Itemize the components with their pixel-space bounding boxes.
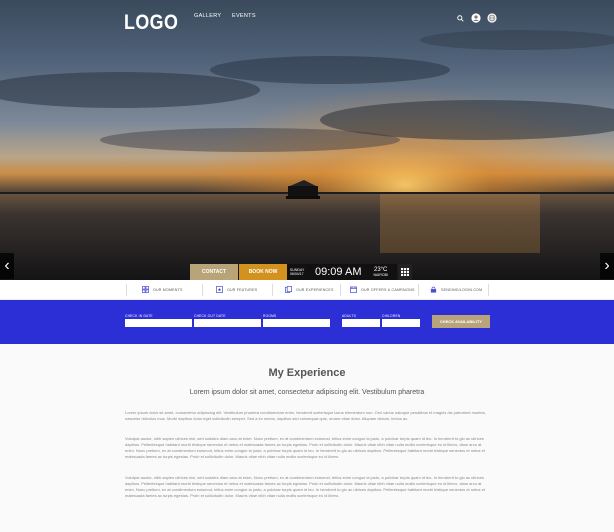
- check-availability-button[interactable]: CHECK AVAILABILITY: [432, 315, 490, 328]
- next-slide-button[interactable]: ›: [600, 253, 614, 279]
- grid-icon: [142, 286, 149, 293]
- hero-banner: LOGO GALLERY EVENTS ‹ › CONTACT BOOK NOW…: [0, 0, 614, 280]
- feature-our-experiences[interactable]: OUR EXPERIENCES: [285, 286, 334, 293]
- sunset-lake-image: [0, 0, 614, 280]
- top-navigation: LOGO GALLERY EVENTS: [0, 0, 614, 40]
- search-icon[interactable]: [455, 13, 465, 23]
- prev-slide-button[interactable]: ‹: [0, 253, 14, 279]
- lock-icon: [430, 286, 437, 293]
- user-icon[interactable]: [471, 13, 481, 23]
- feature-our-offers[interactable]: OUR OFFERS & CAMPAIGNS: [350, 286, 415, 293]
- features-bar: OUR MOMENTS OUR FEATURES OUR EXPERIENCES…: [0, 280, 614, 300]
- copy-icon: [285, 286, 292, 293]
- feature-login[interactable]: SENDING/LOGIN.COM: [430, 286, 482, 293]
- rooms-field: ROOMS: [263, 314, 330, 327]
- check-in-field: CHECK IN DATE: [125, 314, 192, 327]
- calendar-icon: [350, 286, 357, 293]
- book-now-button[interactable]: BOOK NOW: [239, 264, 287, 280]
- check-out-field: CHECK OUT DATE: [194, 314, 261, 327]
- nav-events[interactable]: EVENTS: [232, 13, 256, 19]
- availability-search: CHECK IN DATE CHECK OUT DATE ROOMS ADULT…: [0, 300, 614, 344]
- check-out-input[interactable]: [194, 319, 261, 327]
- header-tools: [455, 12, 497, 24]
- clock-widget: SUNDAY 06/04/17 09:09 AM 23°C NAIROBI: [287, 264, 397, 280]
- paragraph-1: Lorem ipsum dolor sit amet, consectetur …: [125, 410, 486, 421]
- globe-icon[interactable]: [487, 13, 497, 23]
- time-display: 09:09 AM: [315, 266, 362, 278]
- adults-input[interactable]: [342, 319, 380, 327]
- menu-grid-button[interactable]: [398, 264, 412, 280]
- chevron-left-icon: ‹: [4, 257, 10, 274]
- date-display: SUNDAY 06/04/17: [290, 268, 305, 276]
- page-subtitle: Lorem ipsum dolor sit amet, consectetur …: [189, 389, 425, 396]
- children-input[interactable]: [382, 319, 420, 327]
- feature-our-moments[interactable]: OUR MOMENTS: [142, 286, 183, 293]
- logo[interactable]: LOGO: [124, 11, 178, 35]
- adults-field: ADULTS: [342, 314, 380, 327]
- contact-button[interactable]: CONTACT: [190, 264, 238, 280]
- content-section: My Experience Lorem ipsum dolor sit amet…: [0, 344, 614, 532]
- chevron-right-icon: ›: [604, 257, 610, 274]
- check-in-input[interactable]: [125, 319, 192, 327]
- paragraph-2: Volutpat auctor, nibh sapien ultrices ni…: [125, 436, 485, 459]
- star-icon: [216, 286, 223, 293]
- children-field: CHILDREN: [382, 314, 420, 327]
- page-title: My Experience: [268, 367, 346, 379]
- booking-bar: CONTACT BOOK NOW SUNDAY 06/04/17 09:09 A…: [190, 264, 412, 280]
- feature-our-features[interactable]: OUR FEATURES: [216, 286, 257, 293]
- rooms-input[interactable]: [263, 319, 330, 327]
- nav-gallery[interactable]: GALLERY: [194, 13, 221, 19]
- paragraph-3: Volutpat auctor, nibh sapien ultrices ni…: [125, 475, 485, 498]
- grid-icon: [401, 268, 409, 276]
- weather-display: 23°C NAIROBI: [373, 267, 388, 277]
